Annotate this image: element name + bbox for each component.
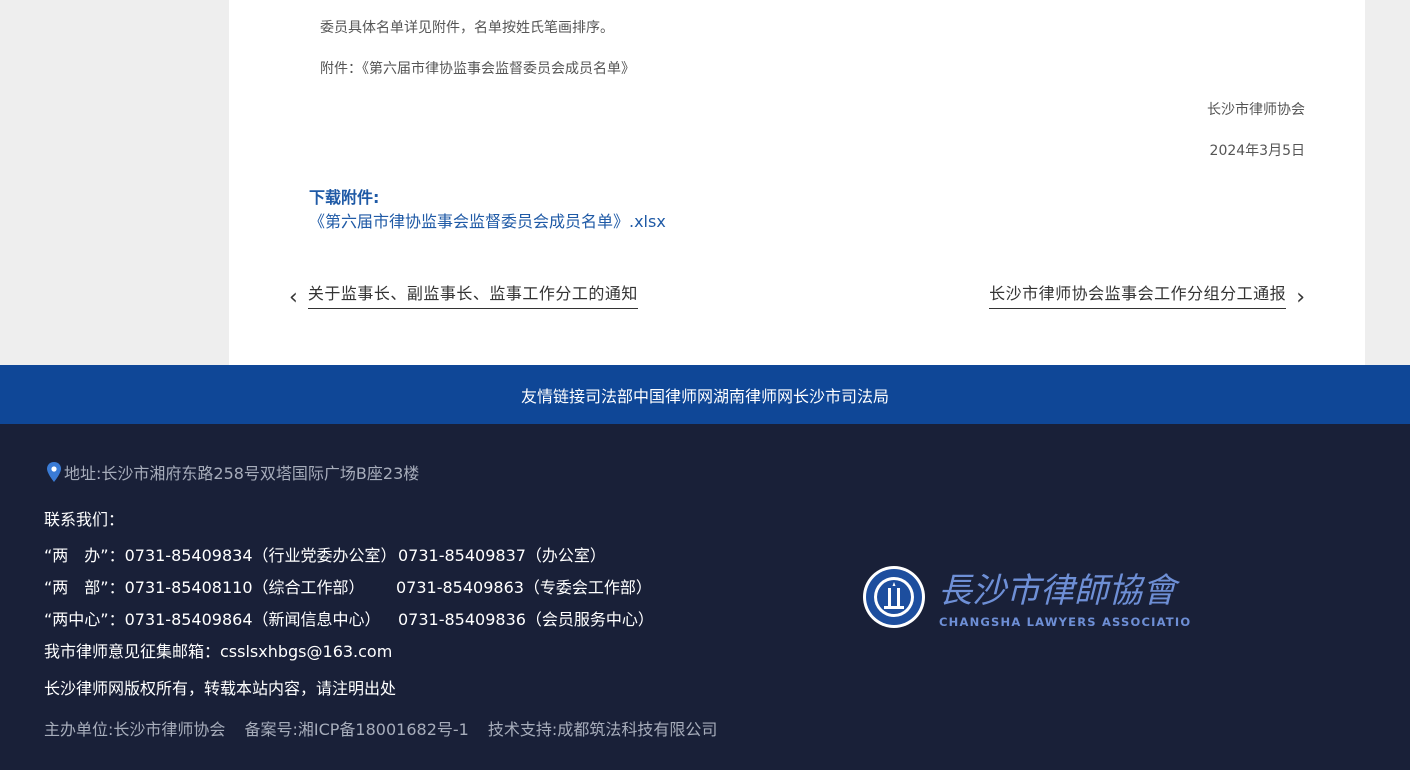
logo-en-text: CHANGSHA LAWYERS ASSOCIATION	[939, 615, 1192, 629]
footer-address: 地址:长沙市湘府东路258号双塔国际广场B座23楼	[46, 460, 419, 484]
tech-support: 技术支持:成都筑法科技有限公司	[487, 720, 718, 739]
attachment-note: 附件：《第六届市律协监事会监督委员会成员名单》	[320, 61, 635, 77]
contact-row-2-office: 0731-85409863（专委会工作部）	[396, 578, 652, 597]
feedback-email: 我市律师意见征集邮箱：csslsxhbgs@163.com	[44, 642, 393, 661]
copyright-notice: 长沙律师网版权所有，转载本站内容，请注明出处	[44, 679, 397, 698]
icp-record-link[interactable]: 备案号:湘ICP备18001682号-1	[245, 720, 469, 739]
link-hunan-lawyers[interactable]: 湖南律师网	[713, 383, 793, 407]
location-pin-icon	[47, 462, 61, 482]
article-card: 委员具体名单详见附件，名单按姓氏笔画排序。 附件：《第六届市律协监事会监督委员会…	[229, 0, 1365, 365]
prev-article-link[interactable]: ‹ 关于监事长、副监事长、监事工作分工的通知	[289, 280, 638, 309]
chevron-left-icon: ‹	[289, 284, 298, 310]
logo-cn-text: 長沙市律師協會	[938, 571, 1181, 611]
footer-credits: 主办单位:长沙市律师协会 备案号:湘ICP备18001682号-1 技术支持:成…	[44, 716, 731, 740]
friendly-links-label: 友情链接	[520, 386, 585, 406]
article-paragraph: 委员具体名单详见附件，名单按姓氏笔画排序。	[320, 20, 614, 36]
link-ministry-of-justice[interactable]: 司法部	[585, 383, 633, 407]
next-article-link[interactable]: 长沙市律师协会监事会工作分组分工通报 ›	[989, 280, 1305, 309]
association-logo: 長沙市律師協會 CHANGSHA LAWYERS ASSOCIATION	[863, 566, 1192, 629]
prev-article-title[interactable]: 关于监事长、副监事长、监事工作分工的通知	[307, 280, 638, 309]
contact-row-1-office: 0731-85409837（办公室）	[398, 546, 606, 565]
contact-row-3: “两中心”：0731-85409864（新闻信息中心）	[44, 610, 381, 629]
download-attachment-link[interactable]: 《第六届市律协监事会监督委员会成员名单》.xlsx	[309, 208, 666, 232]
link-changsha-justice-bureau[interactable]: 长沙市司法局	[793, 383, 889, 407]
contact-row-2: “两 部”：0731-85408110（综合工作部）	[44, 578, 365, 597]
article-date: 2024年3月5日	[1209, 143, 1305, 159]
chevron-right-icon: ›	[1296, 284, 1305, 310]
next-article-title[interactable]: 长沙市律师协会监事会工作分组分工通报	[989, 280, 1287, 309]
contact-row-3-office: 0731-85409836（会员服务中心）	[398, 610, 654, 629]
download-title: 下载附件:	[309, 188, 380, 207]
friendly-links-bar: 友情链接 司法部 中国律师网 湖南律师网 长沙市司法局	[0, 365, 1410, 424]
address-text: 地址:长沙市湘府东路258号双塔国际广场B座23楼	[64, 464, 420, 483]
link-china-lawyers[interactable]: 中国律师网	[633, 383, 713, 407]
article-signature: 长沙市律师协会	[1207, 102, 1305, 118]
contact-row-1: “两 办”：0731-85409834（行业党委办公室）	[44, 546, 397, 565]
host-organization: 主办单位:长沙市律师协会	[44, 720, 226, 739]
contact-title: 联系我们：	[44, 510, 125, 529]
site-footer: 地址:长沙市湘府东路258号双塔国际广场B座23楼 联系我们： “两 办”：07…	[0, 424, 1410, 770]
